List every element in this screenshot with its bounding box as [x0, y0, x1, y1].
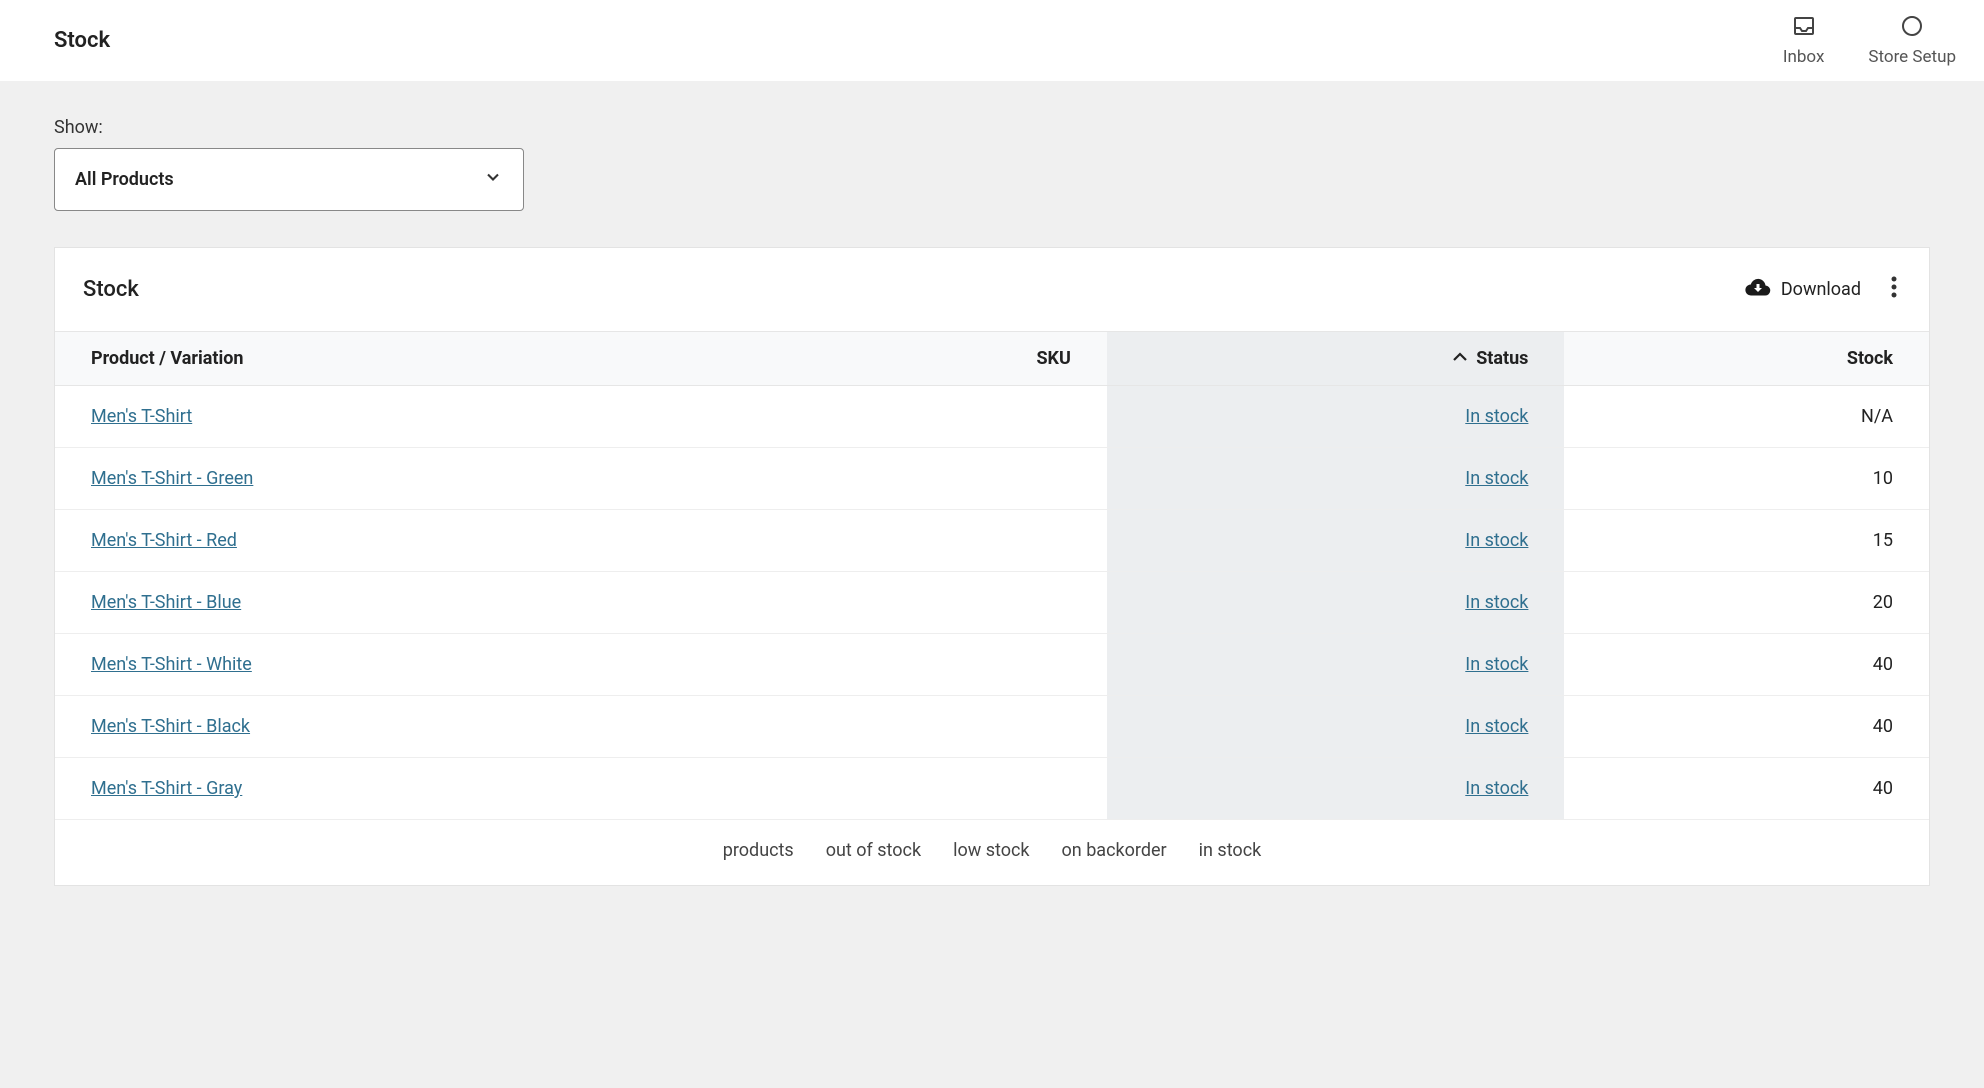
status-link[interactable]: In stock	[1465, 468, 1528, 489]
filter-item[interactable]: low stock	[953, 840, 1029, 861]
table-row: Men's T-Shirt - Black In stock 40	[55, 696, 1929, 758]
card-header: Stock Download	[55, 248, 1929, 332]
dropdown-selected: All Products	[75, 169, 174, 190]
circle-icon	[1900, 14, 1924, 43]
download-button[interactable]: Download	[1745, 276, 1861, 303]
table-row: Men's T-Shirt - White In stock 40	[55, 634, 1929, 696]
filter-item[interactable]: products	[723, 840, 794, 861]
product-link[interactable]: Men's T-Shirt - Black	[91, 716, 250, 737]
store-setup-label: Store Setup	[1868, 47, 1956, 67]
stock-table: Product / Variation SKU Status Stock Men…	[55, 332, 1929, 820]
cell-sku	[778, 386, 1106, 448]
status-link[interactable]: In stock	[1465, 716, 1528, 737]
cell-sku	[778, 448, 1106, 510]
cell-stock: 40	[1564, 696, 1929, 758]
column-product-label: Product / Variation	[91, 348, 243, 369]
inbox-label: Inbox	[1783, 47, 1825, 67]
column-sku[interactable]: SKU	[778, 332, 1106, 386]
more-menu-button[interactable]	[1887, 272, 1901, 307]
filter-item[interactable]: out of stock	[826, 840, 921, 861]
cell-sku	[778, 696, 1106, 758]
table-row: Men's T-Shirt In stock N/A	[55, 386, 1929, 448]
product-link[interactable]: Men's T-Shirt	[91, 406, 192, 427]
cell-sku	[778, 758, 1106, 820]
kebab-icon	[1891, 282, 1897, 303]
table-row: Men's T-Shirt - Green In stock 10	[55, 448, 1929, 510]
cell-sku	[778, 510, 1106, 572]
inbox-button[interactable]: Inbox	[1783, 14, 1825, 67]
product-link[interactable]: Men's T-Shirt - Blue	[91, 592, 241, 613]
stock-card: Stock Download	[54, 247, 1930, 886]
table-row: Men's T-Shirt - Blue In stock 20	[55, 572, 1929, 634]
table-row: Men's T-Shirt - Gray In stock 40	[55, 758, 1929, 820]
column-status-label: Status	[1476, 348, 1528, 369]
product-link[interactable]: Men's T-Shirt - Red	[91, 530, 237, 551]
show-dropdown[interactable]: All Products	[54, 148, 524, 211]
topbar: Stock Inbox Store Setup	[0, 0, 1984, 81]
filter-item[interactable]: in stock	[1199, 840, 1262, 861]
store-setup-button[interactable]: Store Setup	[1868, 14, 1956, 67]
topbar-actions: Inbox Store Setup	[1783, 14, 1956, 67]
chevron-down-icon	[483, 167, 503, 192]
cell-stock: 40	[1564, 758, 1929, 820]
content: Show: All Products Stock Download	[0, 81, 1984, 922]
table-row: Men's T-Shirt - Red In stock 15	[55, 510, 1929, 572]
page-title: Stock	[54, 28, 110, 53]
status-link[interactable]: In stock	[1465, 654, 1528, 675]
cell-stock: 20	[1564, 572, 1929, 634]
show-label: Show:	[54, 117, 1930, 138]
status-link[interactable]: In stock	[1465, 778, 1528, 799]
cell-sku	[778, 634, 1106, 696]
status-link[interactable]: In stock	[1465, 406, 1528, 427]
cell-stock: 40	[1564, 634, 1929, 696]
column-status[interactable]: Status	[1107, 332, 1565, 386]
column-stock-label: Stock	[1847, 348, 1893, 369]
cell-stock: 15	[1564, 510, 1929, 572]
status-link[interactable]: In stock	[1465, 592, 1528, 613]
download-label: Download	[1781, 279, 1861, 300]
cell-sku	[778, 572, 1106, 634]
filter-row: products out of stock low stock on backorde…	[55, 820, 1929, 885]
sort-asc-icon	[1452, 348, 1468, 369]
cell-stock: N/A	[1564, 386, 1929, 448]
column-sku-label: SKU	[1036, 348, 1070, 369]
inbox-icon	[1792, 14, 1816, 43]
filter-item[interactable]: on backorder	[1062, 840, 1167, 861]
card-title: Stock	[83, 277, 139, 302]
card-header-actions: Download	[1745, 272, 1901, 307]
table-header-row: Product / Variation SKU Status Stock	[55, 332, 1929, 386]
cell-stock: 10	[1564, 448, 1929, 510]
column-product[interactable]: Product / Variation	[55, 332, 778, 386]
product-link[interactable]: Men's T-Shirt - White	[91, 654, 252, 675]
product-link[interactable]: Men's T-Shirt - Green	[91, 468, 253, 489]
status-link[interactable]: In stock	[1465, 530, 1528, 551]
column-stock[interactable]: Stock	[1564, 332, 1929, 386]
product-link[interactable]: Men's T-Shirt - Gray	[91, 778, 242, 799]
cloud-download-icon	[1745, 276, 1771, 303]
